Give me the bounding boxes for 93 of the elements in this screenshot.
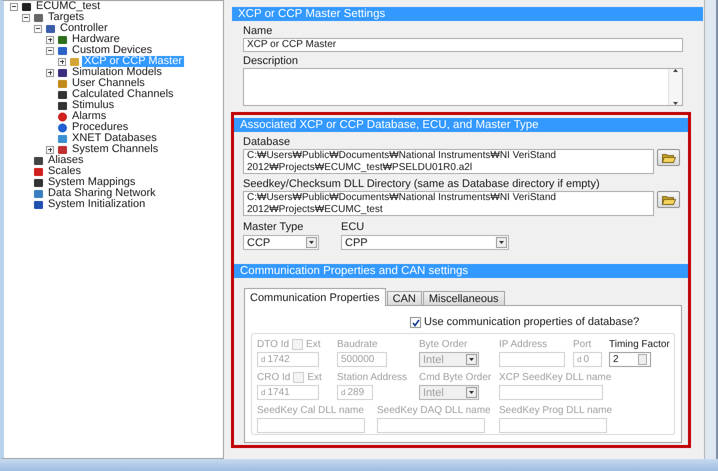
tree-item[interactable]: System Channels [70, 144, 160, 155]
caret-icon [309, 241, 314, 244]
field-label: Station Address [337, 371, 408, 384]
field-label: SeedKey Prog DLL name [499, 404, 612, 417]
timing-factor-spinbox[interactable]: 2 [609, 352, 651, 367]
name-field[interactable]: XCP or CCP Master [243, 38, 683, 52]
ecu-select[interactable]: CPP [341, 235, 509, 250]
tree-item[interactable]: Scales [46, 166, 84, 177]
tree-item[interactable]: XNET Databases [70, 133, 159, 144]
node-icon [57, 46, 68, 56]
tree-item[interactable]: System Mappings [46, 177, 138, 188]
tab[interactable]: Miscellaneous [422, 291, 505, 306]
tree-item[interactable]: Hardware [70, 34, 122, 45]
field-label: Timing Factor [609, 338, 670, 351]
node-icon [33, 200, 44, 210]
section-header: Communication Properties and CAN settings [234, 264, 688, 278]
node-icon [57, 78, 68, 88]
collapse-icon[interactable] [34, 24, 42, 32]
field-label: Byte Order [419, 338, 468, 351]
node-icon [33, 12, 44, 22]
folder-icon [662, 194, 676, 204]
node-icon [57, 34, 68, 44]
caret-icon [469, 391, 474, 394]
caret-icon [469, 358, 474, 361]
tree-item[interactable]: Stimulus [70, 100, 116, 111]
node-icon [33, 156, 44, 166]
expand-icon[interactable] [46, 146, 54, 154]
node-icon [69, 56, 80, 66]
section-header: XCP or CCP Master Settings [232, 7, 703, 21]
expand-icon[interactable] [58, 58, 66, 66]
field-label: Description [243, 55, 300, 68]
node-icon [33, 166, 44, 176]
node-icon [57, 68, 68, 78]
tab[interactable]: Communication Properties [244, 288, 386, 306]
tab[interactable]: CAN [386, 291, 422, 306]
caret-icon [499, 241, 504, 244]
checkmark-icon [412, 318, 420, 326]
scroll-up-icon[interactable] [673, 69, 678, 72]
field-label: Port [573, 338, 592, 351]
field-label: XCP SeedKey DLL name [499, 371, 612, 384]
field-label: ECU [341, 221, 366, 234]
tree-item[interactable]: User Channels [70, 78, 147, 89]
description-field[interactable] [243, 68, 683, 106]
master-type-select[interactable]: CCP [243, 235, 319, 250]
tree-item[interactable]: Controller [58, 23, 110, 34]
browse-button[interactable] [657, 191, 680, 208]
field-label: Database [243, 136, 292, 149]
node-icon [33, 188, 44, 198]
field-label: Name [243, 25, 274, 38]
tree-item[interactable]: Alarms [70, 111, 108, 122]
tree-item[interactable]: Custom Devices [70, 45, 154, 56]
tree-item[interactable]: Calculated Channels [70, 89, 176, 100]
field-label: Baudrate [337, 338, 378, 351]
collapse-icon[interactable] [10, 2, 18, 10]
collapse-icon[interactable] [22, 14, 30, 22]
checkbox-label: Ext [307, 371, 322, 384]
field-label: Cmd Byte Order [419, 371, 492, 384]
database-path-field[interactable]: C:₩Users₩Public₩Documents₩National Instruments₩NI VeriStand 2012₩Projects₩ECUMC_test₩PSELDU01R0.a2l [243, 149, 654, 174]
tree-item[interactable]: Targets [46, 12, 86, 23]
node-icon [57, 122, 68, 132]
tree-item[interactable]: ECUMC_test [34, 1, 102, 12]
tree-item[interactable]: Simulation Models [70, 67, 164, 78]
folder-icon [662, 152, 676, 162]
dll-directory-field[interactable]: C:₩Users₩Public₩Documents₩National Instruments₩NI VeriStand 2012₩Projects₩ECUMC_test [243, 191, 654, 216]
field-label: SeedKey DAQ DLL name [377, 404, 491, 417]
section-header: Associated XCP or CCP Database, ECU, and Master Type [234, 118, 688, 132]
field-label: Master Type [243, 221, 304, 234]
field-label: Seedkey/Checksum DLL Directory (same as Database directory if empty) [243, 178, 601, 191]
node-icon [57, 144, 68, 154]
node-icon [45, 24, 56, 34]
checkbox-label: Ext [306, 338, 320, 351]
tree-item[interactable]: System Initialization [46, 199, 148, 210]
field-label: CRO Id [257, 371, 290, 384]
field-label: IP Address [499, 338, 548, 351]
field-label: SeedKey Cal DLL name [257, 404, 364, 417]
checkbox[interactable] [410, 317, 421, 328]
expand-icon[interactable] [46, 68, 54, 76]
node-icon [33, 178, 44, 188]
collapse-icon[interactable] [46, 46, 54, 54]
field-label: DTO Id [257, 338, 290, 351]
node-icon [21, 2, 32, 12]
checkbox-label: Use communication properties of database? [424, 316, 640, 329]
browse-button[interactable] [657, 149, 680, 166]
node-icon [57, 100, 68, 110]
expand-icon[interactable] [46, 36, 54, 44]
node-icon [57, 134, 68, 144]
tree-item[interactable]: Data Sharing Network [46, 188, 158, 199]
node-icon [57, 112, 68, 122]
scrollbar[interactable] [668, 69, 682, 105]
function-icon [57, 90, 68, 100]
tree-item[interactable]: Aliases [46, 155, 86, 166]
tree-item[interactable]: Procedures [70, 122, 130, 133]
scroll-down-icon[interactable] [673, 102, 678, 105]
